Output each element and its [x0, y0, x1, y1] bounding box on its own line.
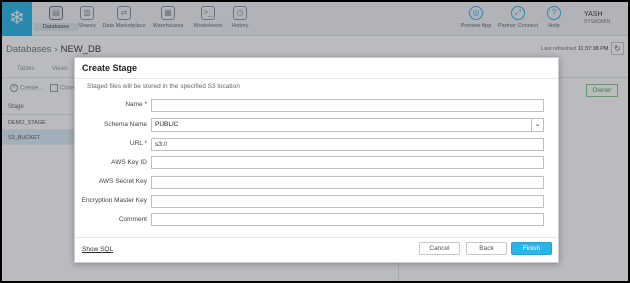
schema-name-value: PUBLIC [155, 121, 179, 128]
dialog-description: Staged files will be stored in the speci… [87, 83, 240, 90]
url-field[interactable] [151, 138, 544, 151]
divider [75, 237, 558, 238]
encryption-master-key-field[interactable] [151, 195, 544, 208]
aws-key-id-field[interactable] [151, 156, 544, 169]
schema-name-label: Schema Name [104, 121, 147, 128]
aws-key-id-label: AWS Key ID [111, 159, 147, 166]
schema-name-select[interactable]: PUBLIC ⌄ [151, 118, 544, 132]
name-label: Name * [125, 101, 147, 108]
comment-label: Comment [118, 216, 147, 223]
dialog-title: Create Stage [82, 63, 138, 73]
back-button[interactable]: Back [466, 242, 507, 255]
url-label: URL * [129, 140, 147, 147]
aws-secret-key-field[interactable] [151, 176, 544, 189]
cancel-button[interactable]: Cancel [419, 242, 460, 255]
name-field[interactable] [151, 99, 544, 112]
comment-field[interactable] [151, 213, 544, 226]
show-sql-link[interactable]: Show SQL [82, 246, 113, 253]
aws-secret-key-label: AWS Secret Key [98, 178, 147, 185]
divider [75, 78, 558, 79]
app-window: ❄ ▤ Databases ▥ Shares ⇄ Data Marketplac… [2, 2, 628, 281]
create-stage-dialog: Create Stage Staged files will be stored… [74, 57, 559, 263]
encryption-master-key-label: Encryption Master Key [81, 197, 147, 204]
chevron-down-icon[interactable]: ⌄ [531, 119, 543, 131]
finish-button[interactable]: Finish [511, 242, 552, 255]
